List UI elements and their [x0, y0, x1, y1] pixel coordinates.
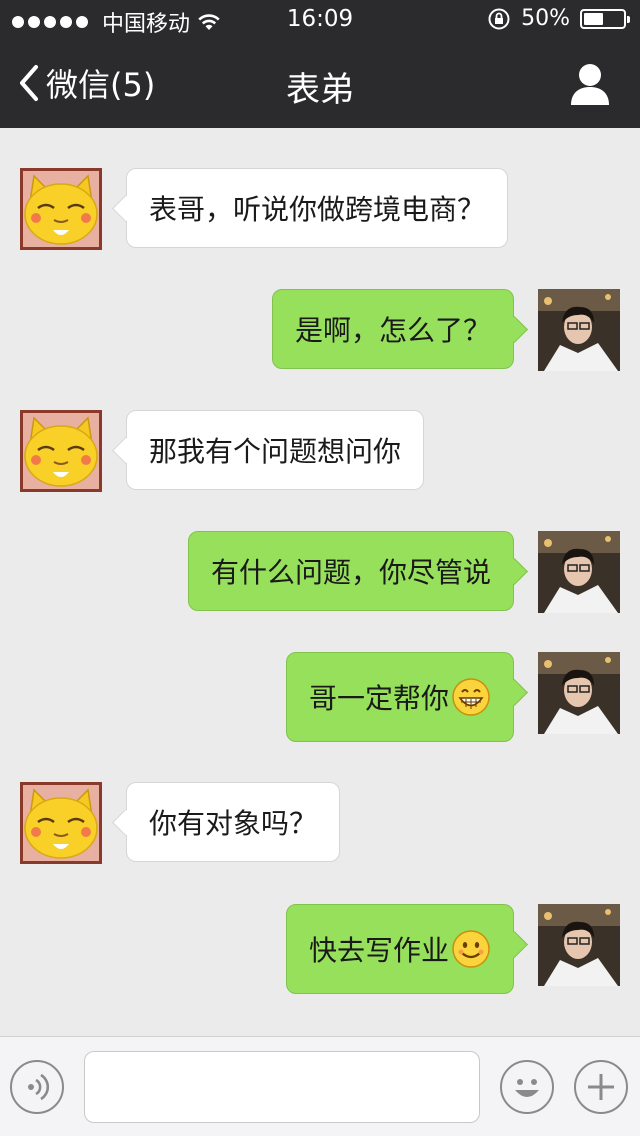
rotation-lock-icon — [488, 8, 510, 29]
contact-avatar[interactable] — [20, 168, 102, 250]
user-photo-icon — [538, 904, 620, 986]
chat-area[interactable]: 表哥，听说你做跨境电商？ 是啊，怎么了？ 那我有个问题想问你 有什么问题，你尽管… — [0, 128, 640, 1036]
self-avatar[interactable] — [538, 652, 620, 734]
cat-avatar-icon — [20, 410, 102, 492]
self-avatar[interactable] — [538, 904, 620, 986]
message-text: 你有对象吗？ — [149, 807, 318, 840]
message-text: 那我有个问题想问你 — [149, 435, 402, 468]
profile-icon[interactable] — [570, 62, 610, 106]
message-text: 哥一定帮你 — [308, 682, 449, 715]
battery-percent: 50% — [521, 6, 570, 31]
message-bubble[interactable]: 哥一定帮你 — [285, 652, 514, 742]
message-text: 表哥，听说你做跨境电商？ — [149, 193, 486, 226]
message-bubble[interactable]: 是啊，怎么了？ — [271, 289, 514, 369]
user-photo-icon — [538, 531, 620, 613]
message-bubble[interactable]: 那我有个问题想问你 — [126, 410, 425, 490]
message-bubble[interactable]: 快去写作业 — [285, 904, 514, 994]
message-bubble[interactable]: 你有对象吗？ — [126, 782, 341, 862]
message-bubble[interactable]: 有什么问题，你尽管说 — [187, 531, 514, 611]
user-photo-icon — [538, 652, 620, 734]
message-text: 有什么问题，你尽管说 — [210, 556, 491, 589]
plus-icon — [588, 1074, 614, 1100]
self-avatar[interactable] — [538, 531, 620, 613]
message-text: 是啊，怎么了？ — [294, 314, 491, 347]
contact-avatar[interactable] — [20, 782, 102, 864]
back-label: 微信(5) — [46, 66, 156, 104]
cat-avatar-icon — [20, 782, 102, 864]
battery-icon — [580, 8, 630, 29]
voice-icon — [28, 1073, 50, 1101]
message-bubble[interactable]: 表哥，听说你做跨境电商？ — [126, 168, 509, 248]
self-avatar[interactable] — [538, 289, 620, 371]
add-button[interactable] — [574, 1060, 628, 1114]
nav-bar: 微信(5) 表弟 — [0, 40, 640, 128]
voice-button[interactable] — [10, 1060, 64, 1114]
emoji-face-icon — [515, 1079, 539, 1097]
top-bar: 中国移动 16:09 50% 微信(5) 表弟 — [0, 0, 640, 128]
message-input[interactable] — [84, 1051, 480, 1123]
emoji-button[interactable] — [500, 1060, 554, 1114]
input-bar — [0, 1036, 640, 1136]
back-button[interactable]: 微信(5) — [18, 60, 155, 106]
message-text: 快去写作业 — [308, 934, 449, 967]
smile-emoji-icon — [452, 930, 490, 968]
chevron-left-icon — [20, 65, 38, 101]
cat-avatar-icon — [20, 168, 102, 250]
status-right: 50% — [487, 6, 630, 31]
status-bar: 中国移动 16:09 50% — [0, 0, 640, 40]
contact-avatar[interactable] — [20, 410, 102, 492]
grin-emoji-icon — [452, 678, 490, 716]
user-photo-icon — [538, 289, 620, 371]
